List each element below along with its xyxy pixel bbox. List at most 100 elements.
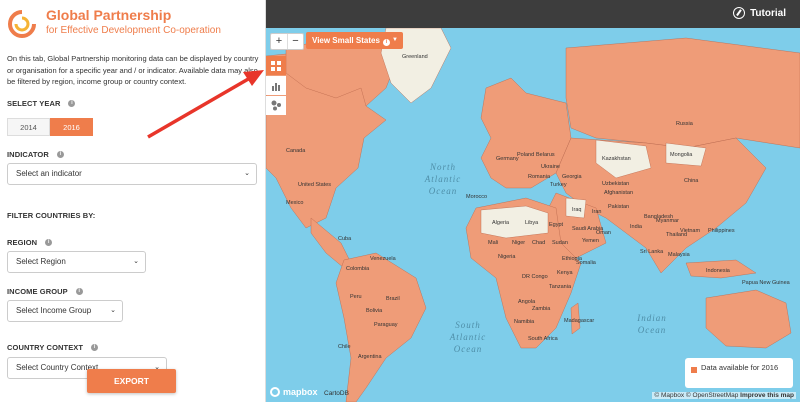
chevron-down-icon: ⌄ [110, 307, 116, 314]
chart-view-button[interactable] [266, 76, 286, 95]
ocean-label: Ocean [638, 325, 667, 335]
indicator-select[interactable]: Select an indicator ⌄ [7, 163, 257, 185]
country-label: Angola [518, 299, 536, 305]
mapbox-logo[interactable]: mapbox [270, 387, 318, 397]
country-label: Indonesia [706, 268, 731, 274]
country-label: Nigeria [498, 254, 516, 260]
country-label: Romania [528, 174, 551, 180]
country-label: Tanzania [549, 284, 572, 290]
zoom-out-button[interactable]: − [287, 34, 303, 49]
year-2016-button[interactable]: 2016 [50, 118, 93, 136]
country-label: South Africa [528, 336, 559, 342]
map-attribution: © Mapbox © OpenStreetMap Improve this ma… [652, 392, 796, 399]
country-label: Libya [525, 220, 539, 226]
info-icon[interactable]: i [91, 344, 99, 351]
improve-map-link[interactable]: Improve this map [740, 392, 794, 399]
country-label: Peru [350, 294, 362, 300]
country-label: Oman [596, 230, 611, 236]
country-label: Greenland [402, 54, 428, 60]
country-label: Morocco [466, 194, 487, 200]
country-label: Mali [488, 240, 498, 246]
ocean-label: Indian [636, 313, 667, 323]
country-label: Sudan [552, 240, 568, 246]
country-label: Canada [286, 148, 306, 154]
tutorial-button[interactable]: Tutorial [733, 7, 786, 19]
income-group-label: INCOME GROUP i [7, 287, 83, 296]
country-label: Yemen [582, 238, 599, 244]
country-label: Algeria [492, 220, 510, 226]
ocean-label: Atlantic [424, 174, 462, 184]
country-label: Philippines [708, 228, 735, 234]
country-label: Zambia [532, 306, 551, 312]
ocean-label: Atlantic [449, 332, 487, 342]
country-label: Kenya [557, 270, 574, 276]
country-label: Ukraine [541, 164, 560, 170]
ocean-label: Ocean [454, 344, 483, 354]
chevron-down-icon: ▼ [392, 37, 398, 43]
country-label: Papua New Guinea [742, 280, 791, 286]
bar-chart-icon [272, 82, 280, 91]
country-label: Belarus [536, 152, 555, 158]
country-context-label: COUNTRY CONTEXT i [7, 343, 99, 352]
country-label: Madagascar [564, 318, 594, 324]
info-icon[interactable]: i [75, 288, 83, 295]
info-icon: i [382, 39, 390, 46]
country-label: Georgia [562, 174, 583, 180]
ocean-label: North [429, 162, 456, 172]
country-label: Chad [532, 240, 545, 246]
select-year-label: SELECT YEAR i [7, 99, 76, 108]
gpedc-logo-icon [8, 10, 36, 38]
country-label: Sri Lanka [640, 249, 664, 255]
russia-shape[interactable] [565, 37, 800, 149]
country-label: Germany [496, 156, 519, 162]
country-label: United States [298, 182, 331, 188]
top-bar: Tutorial [266, 0, 800, 28]
info-icon[interactable]: i [68, 100, 76, 107]
zoom-in-button[interactable]: + [271, 34, 287, 49]
zoom-controls: + − [270, 33, 304, 50]
income-group-select[interactable]: Select Income Group ⌄ [7, 300, 123, 322]
brand-title: Global Partnership [46, 7, 172, 23]
bubbles-icon [271, 100, 281, 111]
mapbox-icon [270, 387, 280, 397]
info-icon[interactable]: i [56, 151, 64, 158]
australia-shape[interactable] [705, 289, 792, 349]
brand: Global Partnership for Effective Develop… [7, 7, 221, 39]
region-select[interactable]: Select Region ⌄ [7, 251, 146, 273]
legend-swatch [691, 367, 697, 373]
country-label: Brazil [386, 296, 400, 302]
country-label: Myanmar [656, 218, 679, 224]
chevron-down-icon: ⌄ [133, 258, 139, 265]
country-label: Namibia [514, 319, 535, 325]
view-small-states-button[interactable]: View Small States i ▼ [306, 32, 403, 49]
country-label: Russia [676, 121, 694, 127]
country-label: Malaysia [668, 252, 691, 258]
country-label: Egypt [549, 222, 564, 228]
ocean-label: Ocean [429, 186, 458, 196]
country-label: Argentina [358, 354, 382, 360]
sidebar: Global Partnership for Effective Develop… [0, 0, 266, 402]
grid-icon [271, 60, 281, 71]
chevron-down-icon: ⌄ [244, 170, 250, 177]
info-icon[interactable]: i [45, 239, 53, 246]
country-label: Chile [338, 344, 351, 350]
ocean-label: South [455, 320, 481, 330]
country-label: Venezuela [370, 256, 397, 262]
region-label: REGION i [7, 238, 53, 247]
map-view-button[interactable] [266, 56, 286, 75]
country-label: Iran [592, 209, 601, 215]
world-map[interactable]: North Atlantic Ocean South Atlantic Ocea… [266, 28, 800, 402]
year-2014-button[interactable]: 2014 [7, 118, 50, 136]
country-label: Pakistan [608, 204, 629, 210]
bubble-view-button[interactable] [266, 96, 286, 115]
country-label: India [630, 224, 643, 230]
country-label: Mongolia [670, 152, 693, 158]
country-label: Cuba [338, 236, 352, 242]
intro-text: On this tab, Global Partnership monitori… [7, 54, 259, 86]
country-label: Niger [512, 240, 525, 246]
country-label: Vietnam [680, 228, 700, 234]
indicator-label: INDICATOR i [7, 150, 64, 159]
filter-heading: FILTER COUNTRIES BY: [7, 211, 96, 220]
year-toggle: 2014 2016 [7, 118, 93, 136]
export-button[interactable]: EXPORT [87, 369, 176, 393]
